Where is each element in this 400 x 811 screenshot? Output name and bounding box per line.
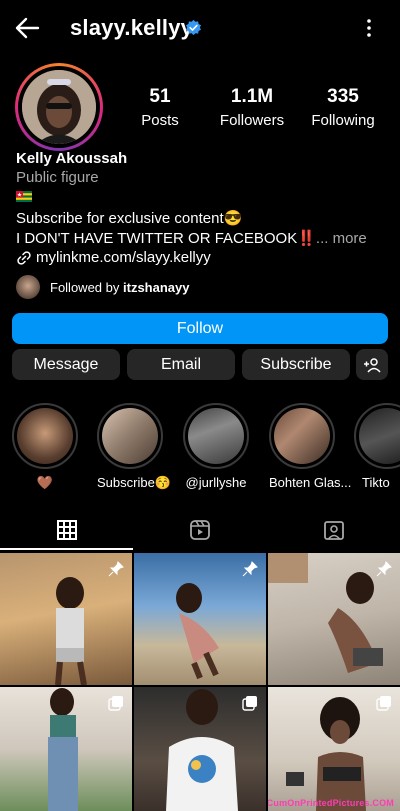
bio-line-2-text: I DON'T HAVE TWITTER OR FACEBOOK‼️ [16, 230, 316, 247]
post-thumbnail[interactable] [0, 687, 132, 811]
followed-by-prefix: Followed by [50, 279, 120, 295]
posts-label: Posts [141, 112, 179, 129]
back-arrow-icon[interactable] [14, 16, 40, 40]
followed-by[interactable]: Followed by itzshanayy [16, 275, 189, 299]
profile-tabs [0, 510, 400, 550]
highlight-label: @jurllyshe [185, 475, 247, 490]
followers-count[interactable]: 1.1M Followers [212, 86, 292, 129]
profile-link[interactable]: mylinkme.com/slayy.kellyy [16, 249, 211, 266]
highlight-5[interactable]: Tikto [354, 403, 400, 490]
following-value: 335 [327, 86, 359, 107]
follow-button[interactable]: Follow [12, 313, 388, 344]
email-button[interactable]: Email [127, 349, 235, 380]
post-thumbnail[interactable] [268, 553, 400, 685]
posts-value: 51 [149, 86, 171, 107]
highlight-3[interactable]: @jurllyshe [183, 403, 249, 490]
highlight-label: Tikto [362, 475, 390, 490]
highlight-label: Subscribe😚 [97, 475, 171, 490]
bio-line-2: I DON'T HAVE TWITTER OR FACEBOOK‼️... mo… [16, 229, 367, 247]
message-button[interactable]: Message [12, 349, 120, 380]
profile-link-text: mylinkme.com/slayy.kellyy [36, 249, 211, 266]
followers-label: Followers [219, 112, 285, 129]
multiple-posts-icon [376, 696, 391, 711]
tab-grid[interactable] [0, 510, 133, 550]
following-label: Following [311, 112, 375, 129]
highlight-label: 🤎 [36, 475, 54, 490]
pinned-icon [108, 561, 124, 577]
post-thumbnail[interactable] [0, 553, 132, 685]
add-user-button[interactable] [356, 349, 388, 380]
grid-icon [56, 520, 77, 540]
bio-more-link[interactable]: ... more [316, 230, 367, 247]
link-icon [17, 250, 31, 265]
verified-badge-icon [186, 19, 201, 36]
reels-icon [189, 520, 210, 540]
following-count[interactable]: 335 Following [303, 86, 383, 129]
tagged-icon [323, 521, 344, 540]
pinned-icon [376, 561, 392, 577]
tab-tagged[interactable] [267, 510, 400, 550]
tab-reels[interactable] [133, 510, 266, 550]
profile-category: Public figure [16, 169, 99, 186]
profile-full-name: Kelly Akoussah [16, 150, 128, 167]
profile-username: slayy.kellyy [70, 15, 194, 40]
top-bar: slayy.kellyy [0, 0, 400, 56]
post-thumbnail[interactable] [134, 687, 266, 811]
multiple-posts-icon [242, 696, 257, 711]
post-thumbnail[interactable] [134, 553, 266, 685]
active-tab-indicator [0, 548, 133, 550]
highlight-4[interactable]: Bohten Glas... [269, 403, 352, 490]
highlight-2[interactable]: Subscribe😚 [97, 403, 171, 491]
highlight-label: Bohten Glas... [269, 475, 352, 490]
watermark: CumOnPrintedPictures.COM [268, 798, 394, 808]
follower-avatar [16, 275, 40, 299]
pinned-icon [242, 561, 258, 577]
highlight-1[interactable]: 🤎 [12, 403, 78, 491]
followers-value: 1.1M [230, 86, 274, 107]
multiple-posts-icon [108, 696, 123, 711]
bio-line-1: Subscribe for exclusive content😎 [16, 210, 243, 227]
subscribe-button[interactable]: Subscribe [242, 349, 350, 380]
togo-flag-icon [16, 191, 32, 202]
more-options-icon[interactable] [362, 18, 376, 38]
add-user-icon [364, 357, 381, 373]
followed-by-user: itzshanayy [123, 279, 190, 295]
profile-avatar[interactable] [15, 63, 103, 151]
posts-count: 51 Posts [130, 86, 190, 129]
post-thumbnail[interactable]: CumOnPrintedPictures.COM [268, 687, 400, 811]
